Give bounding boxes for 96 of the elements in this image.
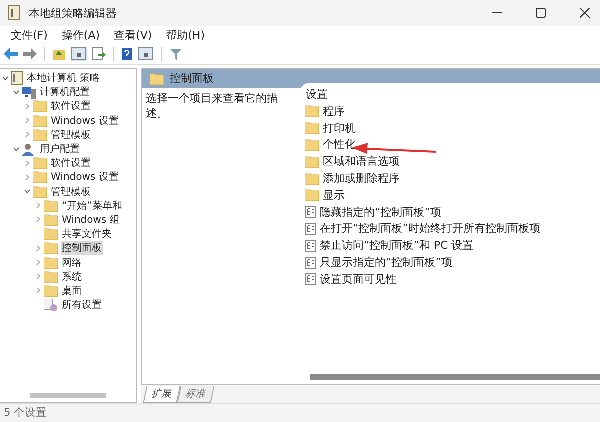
folder-icon (44, 256, 58, 269)
close-icon[interactable] (580, 8, 590, 18)
tree-item[interactable]: Windows 设置 (50, 170, 120, 184)
folder-item[interactable]: 添加或删除程序 (323, 171, 400, 186)
forward-arrow-icon[interactable] (23, 48, 37, 60)
collapsed-chevron-icon[interactable] (24, 117, 30, 124)
policy-setting-icon (305, 256, 316, 269)
menu-item[interactable]: 操作(A) (54, 26, 108, 44)
tree-item[interactable]: 共享文件夹 (61, 227, 113, 242)
tree-item[interactable]: 桌面 (61, 284, 83, 298)
menu-item[interactable]: 查看(V) (107, 26, 160, 44)
pane-title: 控制面板 (170, 71, 214, 86)
tree-item[interactable]: 计算机配置 (39, 85, 91, 100)
tree-item[interactable]: “开始”菜单和 (61, 198, 124, 213)
folder-up-icon[interactable] (52, 47, 66, 61)
policy-setting-icon (305, 240, 316, 252)
folder-icon (305, 122, 319, 134)
window-title: 本地组策略编辑器 (29, 6, 117, 20)
setting-item[interactable]: 设置页面可见性 (320, 272, 397, 287)
expanded-chevron-icon[interactable] (12, 146, 20, 153)
tree-item[interactable]: Windows 组 (61, 212, 121, 227)
folder-icon (305, 138, 319, 151)
folder-icon (44, 228, 58, 240)
folder-icon (305, 172, 319, 185)
menu-item[interactable]: 帮助(H) (159, 26, 212, 44)
back-arrow-icon[interactable] (4, 48, 18, 60)
tree-item[interactable]: 软件设置 (50, 156, 92, 170)
menu-item[interactable]: 文件(F) (4, 26, 55, 44)
expanded-chevron-icon[interactable] (24, 188, 30, 196)
setting-item[interactable]: 在打开“控制面板”时始终打开所有控制面板项 (320, 221, 540, 236)
tree-item[interactable]: 网络 (61, 256, 83, 270)
folder-item[interactable]: 区域和语言选项 (323, 154, 400, 170)
scrollbar-thumb[interactable] (30, 392, 106, 398)
document-icon (11, 71, 23, 86)
description-text: 选择一个项目来查看它的描述。 (146, 92, 278, 120)
folder-icon (44, 242, 58, 254)
folder-icon (33, 114, 47, 127)
status-text: 5 个设置 (4, 406, 48, 420)
folder-icon (150, 72, 164, 84)
collapsed-chevron-icon[interactable] (34, 287, 42, 294)
tree-item[interactable]: 管理模板 (50, 128, 92, 142)
folder-icon (44, 214, 58, 226)
tree-item[interactable]: 所有设置 (61, 298, 103, 312)
panel-icon[interactable] (71, 47, 87, 61)
export-list-icon[interactable] (92, 47, 106, 61)
tree-item[interactable]: 用户配置 (39, 142, 81, 156)
tree-item[interactable]: 软件设置 (50, 99, 92, 114)
setting-item[interactable]: 禁止访问“控制面板”和 PC 设置 (320, 238, 474, 254)
tree-item[interactable]: Windows 设置 (50, 114, 120, 128)
collapsed-chevron-icon[interactable] (34, 216, 42, 224)
column-header: 设置 (305, 87, 329, 103)
folder-icon (44, 284, 58, 297)
expanded-chevron-icon[interactable] (2, 74, 8, 82)
settings-icon (44, 298, 58, 312)
collapsed-chevron-icon[interactable] (24, 102, 30, 110)
panel-icon[interactable] (138, 47, 154, 61)
help-icon[interactable] (121, 47, 133, 61)
folder-icon (305, 105, 319, 118)
filter-icon[interactable] (169, 47, 183, 61)
maximize-icon[interactable] (536, 8, 546, 18)
user-icon (22, 142, 36, 156)
folder-item[interactable]: 程序 (323, 104, 345, 119)
minimize-icon[interactable] (492, 12, 502, 14)
tree-item[interactable]: 控制面板 (61, 241, 103, 256)
collapsed-chevron-icon[interactable] (24, 174, 30, 181)
setting-item[interactable]: 只显示指定的“控制面板”项 (320, 255, 452, 270)
folder-icon (33, 128, 47, 141)
folder-icon (44, 200, 58, 212)
folder-item[interactable]: 打印机 (323, 120, 356, 136)
folder-icon (305, 156, 319, 168)
folder-icon (33, 171, 47, 184)
expanded-chevron-icon[interactable] (12, 88, 20, 96)
view-tab[interactable]: 标准 (177, 386, 215, 403)
computer-icon (22, 86, 36, 99)
folder-icon (305, 189, 319, 202)
collapsed-chevron-icon[interactable] (34, 273, 42, 280)
view-tab[interactable]: 扩展 (143, 386, 181, 403)
tree-item[interactable]: 系统 (61, 270, 83, 284)
collapsed-chevron-icon[interactable] (24, 160, 30, 167)
collapsed-chevron-icon[interactable] (24, 131, 30, 138)
folder-item[interactable]: 显示 (323, 188, 345, 203)
policy-setting-icon (305, 273, 316, 286)
collapsed-chevron-icon[interactable] (34, 202, 42, 210)
tree-item[interactable]: 本地计算机 策略 (26, 71, 102, 86)
folder-icon (33, 100, 47, 112)
folder-icon (33, 157, 47, 170)
tree-item[interactable]: 管理模板 (50, 184, 92, 199)
collapsed-chevron-icon[interactable] (34, 244, 42, 252)
collapsed-chevron-icon[interactable] (34, 259, 42, 266)
scrollbar-thumb[interactable] (310, 374, 600, 380)
setting-item[interactable]: 隐藏指定的“控制面板”项 (320, 204, 442, 220)
policy-setting-icon (305, 222, 316, 235)
document-icon (8, 5, 22, 21)
folder-icon (33, 186, 47, 198)
folder-icon (44, 270, 58, 283)
policy-setting-icon (305, 206, 316, 218)
